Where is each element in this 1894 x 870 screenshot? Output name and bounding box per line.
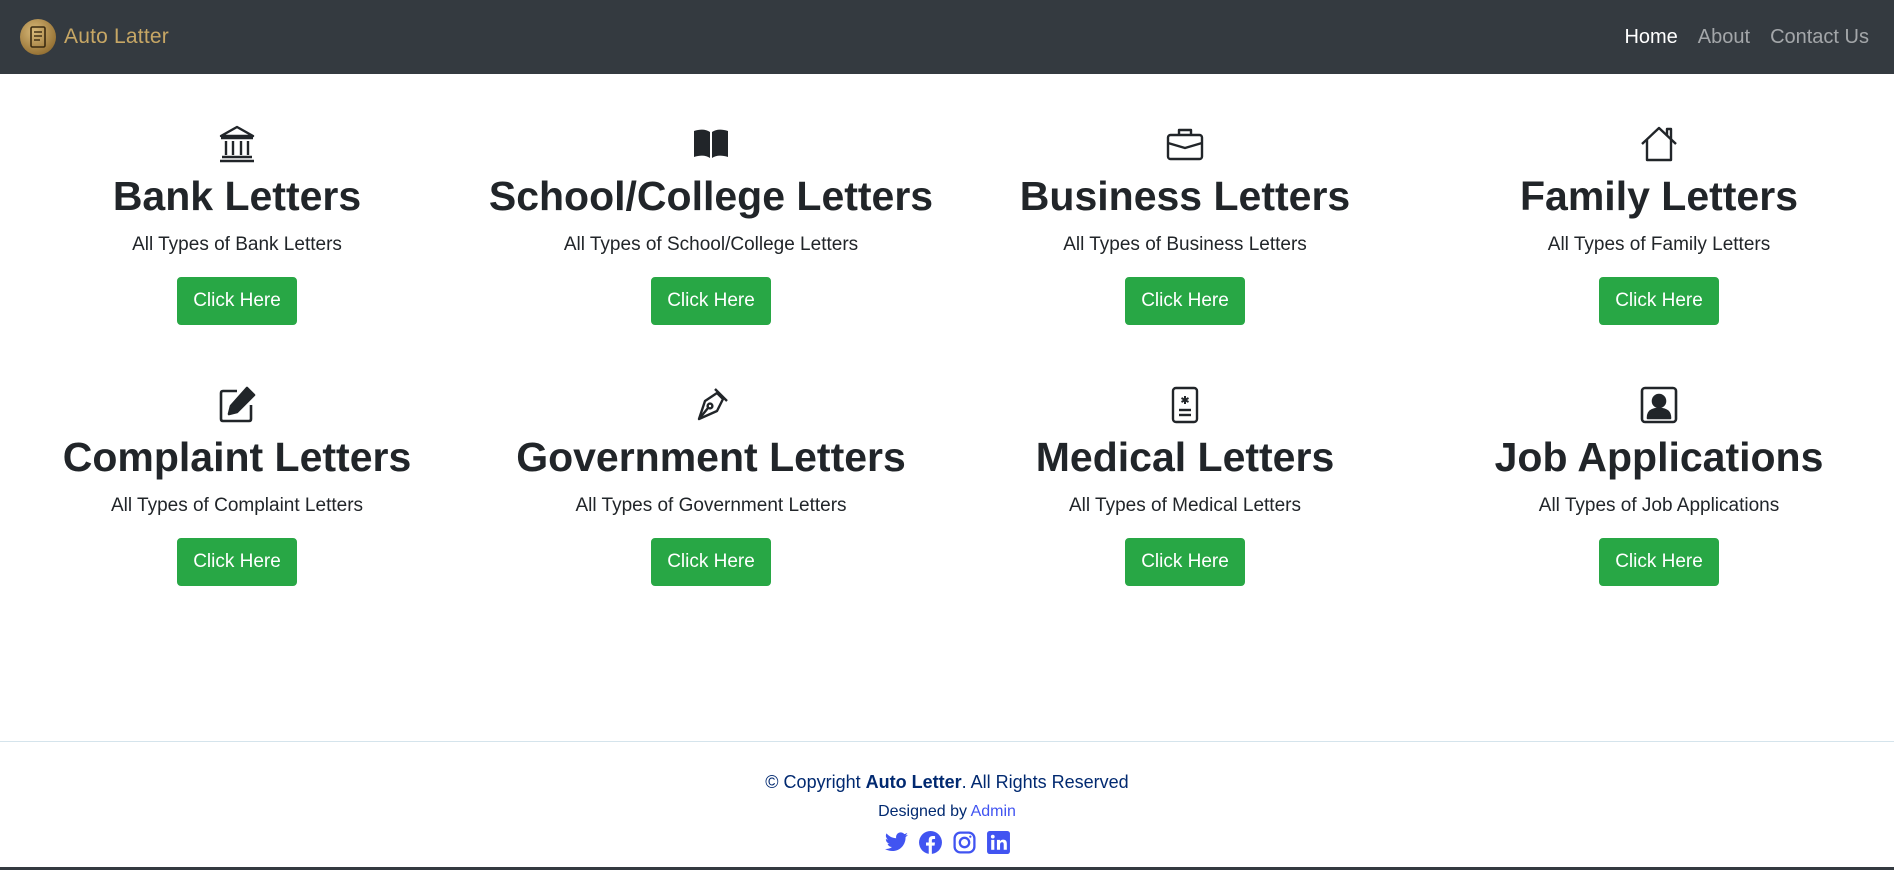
card-title: Bank Letters: [112, 173, 362, 219]
person-square-icon: [1637, 383, 1681, 427]
government-letters-button[interactable]: Click Here: [651, 538, 771, 586]
brand-logo-icon: [20, 19, 56, 55]
facebook-icon[interactable]: [918, 830, 943, 855]
card-subtitle: All Types of Family Letters: [1547, 234, 1771, 255]
social-links: [884, 830, 1011, 855]
designer-link[interactable]: Admin: [971, 803, 1016, 820]
card-subtitle: All Types of Government Letters: [575, 495, 847, 516]
copyright-suffix: . All Rights Reserved: [961, 772, 1129, 792]
linkedin-icon[interactable]: [986, 830, 1011, 855]
card-subtitle: All Types of Medical Letters: [1069, 495, 1301, 516]
credits: Designed by Admin: [878, 802, 1016, 822]
business-letters-button[interactable]: Click Here: [1125, 277, 1245, 325]
card-business-letters: Business Letters All Types of Business L…: [948, 74, 1422, 335]
card-job-applications: Job Applications All Types of Job Applic…: [1422, 335, 1894, 596]
nav-about-link[interactable]: About: [1698, 26, 1750, 49]
bank-letters-button[interactable]: Click Here: [177, 277, 297, 325]
brand-link[interactable]: Auto Latter: [20, 19, 169, 55]
footer: © Copyright Auto Letter. All Rights Rese…: [0, 741, 1894, 870]
card-subtitle: All Types of Job Applications: [1538, 495, 1780, 516]
instagram-icon[interactable]: [952, 830, 977, 855]
card-title: Job Applications: [1494, 434, 1824, 480]
bank-icon: [215, 122, 259, 166]
house-icon: [1637, 122, 1681, 166]
copyright-text: © Copyright Auto Letter. All Rights Rese…: [765, 771, 1128, 793]
twitter-icon[interactable]: [884, 830, 909, 855]
copyright-prefix: © Copyright: [765, 772, 866, 792]
copyright-brand: Auto Letter: [865, 772, 962, 792]
school-college-letters-button[interactable]: Click Here: [651, 277, 771, 325]
medical-letters-button[interactable]: Click Here: [1125, 538, 1245, 586]
card-medical-letters: Medical Letters All Types of Medical Let…: [948, 335, 1422, 596]
card-title: School/College Letters: [488, 173, 934, 219]
medical-badge-icon: [1163, 383, 1207, 427]
designed-by-label: Designed by: [878, 803, 971, 820]
nav-contact-link[interactable]: Contact Us: [1770, 26, 1869, 49]
navbar: Auto Latter Home About Contact Us: [0, 0, 1894, 74]
card-government-letters: Government Letters All Types of Governme…: [474, 335, 948, 596]
briefcase-icon: [1163, 122, 1207, 166]
pen-nib-icon: [689, 383, 733, 427]
nav-links: Home About Contact Us: [1624, 26, 1869, 49]
card-school-college-letters: School/College Letters All Types of Scho…: [474, 74, 948, 335]
nav-home-link[interactable]: Home: [1624, 26, 1677, 49]
card-subtitle: All Types of Complaint Letters: [110, 495, 364, 516]
card-subtitle: All Types of Business Letters: [1063, 234, 1307, 255]
card-subtitle: All Types of Bank Letters: [132, 234, 342, 255]
complaint-letters-button[interactable]: Click Here: [177, 538, 297, 586]
job-applications-button[interactable]: Click Here: [1599, 538, 1719, 586]
family-letters-button[interactable]: Click Here: [1599, 277, 1719, 325]
card-complaint-letters: Complaint Letters All Types of Complaint…: [0, 335, 474, 596]
book-icon: [689, 122, 733, 166]
brand-name: Auto Latter: [64, 25, 169, 48]
letter-categories-grid: Bank Letters All Types of Bank Letters C…: [0, 74, 1894, 596]
card-title: Government Letters: [516, 434, 906, 480]
card-subtitle: All Types of School/College Letters: [563, 234, 859, 255]
pencil-square-icon: [215, 383, 259, 427]
card-title: Family Letters: [1520, 173, 1798, 219]
card-bank-letters: Bank Letters All Types of Bank Letters C…: [0, 74, 474, 335]
card-title: Medical Letters: [1035, 434, 1335, 480]
card-title: Business Letters: [1019, 173, 1351, 219]
card-title: Complaint Letters: [62, 434, 412, 480]
card-family-letters: Family Letters All Types of Family Lette…: [1422, 74, 1894, 335]
